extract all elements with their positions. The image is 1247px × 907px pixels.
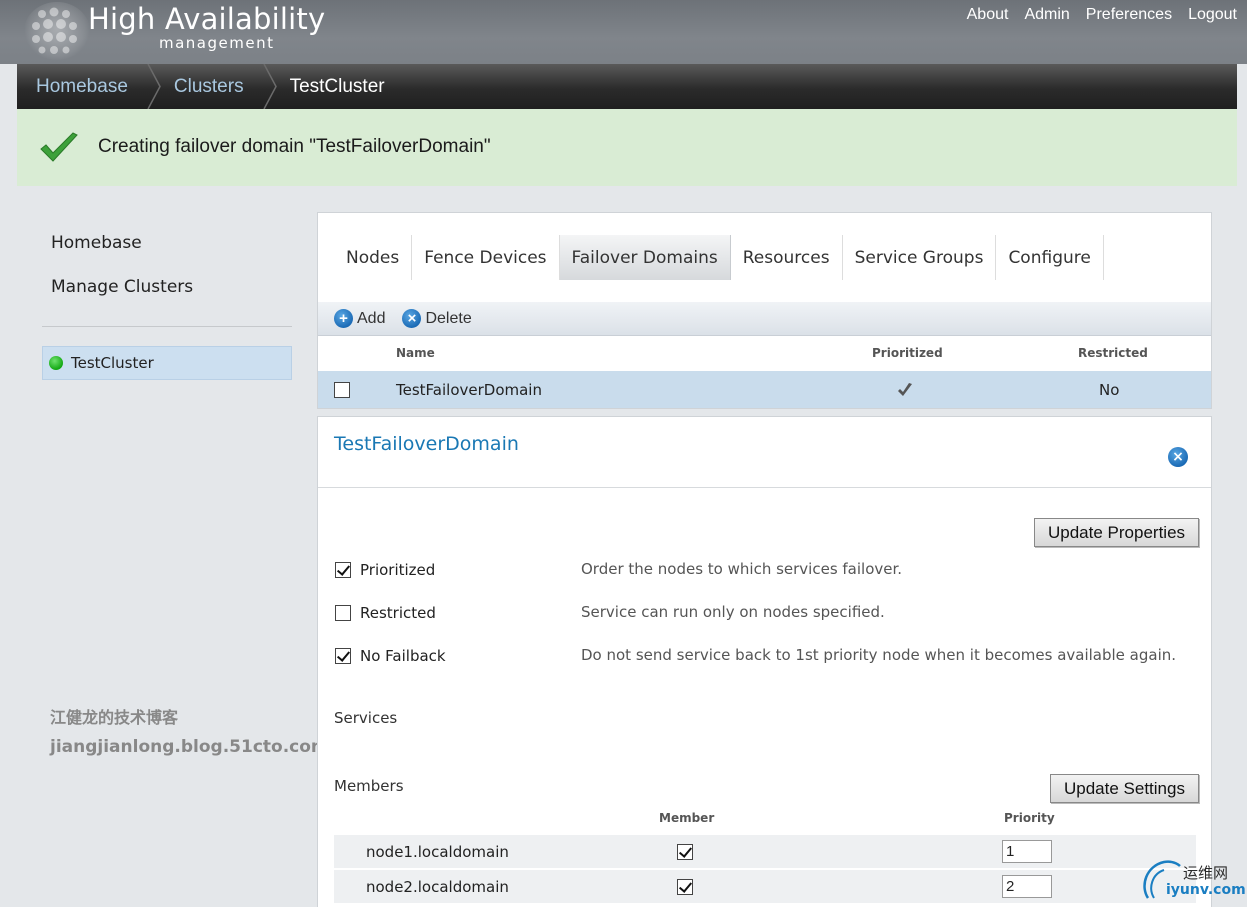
top-links: About Admin Preferences Logout [951,6,1237,24]
logo-icon [32,7,77,54]
member-node-name: node2.localdomain [366,878,509,896]
success-notice: Creating failover domain "TestFailoverDo… [17,109,1237,186]
add-icon: + [334,309,353,328]
prioritized-checkbox[interactable] [335,562,351,578]
member-checkbox[interactable] [677,879,693,895]
sidebar-item-manage-clusters[interactable]: Manage Clusters [51,276,193,320]
checkmark-icon [40,132,78,162]
close-icon[interactable]: × [1168,447,1188,467]
notice-message: Creating failover domain "TestFailoverDo… [98,136,491,157]
breadcrumb-separator-icon [146,64,174,109]
prioritized-check-icon [898,383,912,396]
watermark-title: 江健龙的技术博客 [50,708,179,727]
restricted-description: Service can run only on nodes specified. [581,603,885,621]
breadcrumb-separator-icon [262,64,290,109]
priority-input[interactable]: 2 [1002,875,1052,898]
column-name: Name [396,346,435,360]
tab-resources[interactable]: Resources [731,235,843,280]
member-row: node1.localdomain 1 [334,835,1196,868]
sidebar-item-homebase[interactable]: Homebase [51,232,193,276]
table-row[interactable]: TestFailoverDomain No [318,371,1211,408]
domain-name: TestFailoverDomain [396,381,542,399]
tab-bar: Nodes Fence Devices Failover Domains Res… [334,235,1104,280]
delete-icon: × [402,309,422,328]
member-node-name: node1.localdomain [366,843,509,861]
column-prioritized: Prioritized [872,346,943,360]
member-row: node2.localdomain 2 [334,870,1196,903]
admin-link[interactable]: Admin [1024,6,1069,24]
table-header: Name Prioritized Restricted [318,336,1211,371]
detail-title: TestFailoverDomain [334,433,519,455]
tab-nodes[interactable]: Nodes [334,235,413,280]
site-name-en: iyunv.com [1166,882,1246,898]
breadcrumb-clusters[interactable]: Clusters [174,64,262,109]
domain-restricted: No [1099,381,1120,399]
update-properties-button[interactable]: Update Properties [1034,518,1200,547]
status-online-icon [49,356,63,370]
restricted-label: Restricted [360,604,436,622]
site-name-cn: 运维网 [1183,864,1229,882]
tab-configure[interactable]: Configure [996,235,1104,280]
prioritized-description: Order the nodes to which services failov… [581,560,903,578]
breadcrumb-homebase[interactable]: Homebase [17,64,146,109]
sidebar-divider [42,326,292,327]
app-title: High Availability [88,2,326,36]
table-toolbar: + Add × Delete [318,302,1211,336]
failover-domains-panel: Nodes Fence Devices Failover Domains Res… [317,212,1212,409]
column-restricted: Restricted [1078,346,1148,360]
preferences-link[interactable]: Preferences [1086,6,1172,24]
member-checkbox[interactable] [677,844,693,860]
about-link[interactable]: About [967,6,1009,24]
tab-fence-devices[interactable]: Fence Devices [412,235,560,280]
detail-divider [318,487,1211,488]
column-member: Member [659,811,715,825]
cluster-name: TestCluster [71,354,154,372]
no-failback-label: No Failback [360,647,446,665]
no-failback-description: Do not send service back to 1st priority… [581,646,1177,664]
tab-failover-domains[interactable]: Failover Domains [559,235,731,280]
add-button[interactable]: + Add [334,309,385,328]
watermark-url: jiangjianlong.blog.51cto.com [50,737,329,757]
tab-service-groups[interactable]: Service Groups [843,235,997,280]
services-label: Services [334,709,398,727]
delete-label: Delete [425,309,472,327]
prioritized-label: Prioritized [360,561,436,579]
sidebar-item-testcluster[interactable]: TestCluster [42,346,292,380]
restricted-checkbox[interactable] [335,605,351,621]
app-subtitle: management [159,34,275,52]
breadcrumb-current: TestCluster [289,75,385,97]
logout-link[interactable]: Logout [1188,6,1237,24]
domain-detail-panel: TestFailoverDomain × Update Properties P… [317,416,1212,907]
delete-button[interactable]: × Delete [402,309,472,328]
breadcrumb: Homebase Clusters TestCluster [17,64,1237,109]
top-header: High Availability management About Admin… [0,0,1247,64]
no-failback-checkbox[interactable] [335,648,351,664]
priority-input[interactable]: 1 [1002,840,1052,863]
update-settings-button[interactable]: Update Settings [1050,774,1199,803]
sidebar-nav: Homebase Manage Clusters [51,232,193,320]
column-priority: Priority [1004,811,1055,825]
members-label: Members [334,777,404,795]
add-label: Add [357,309,386,327]
row-select-checkbox[interactable] [334,382,350,398]
